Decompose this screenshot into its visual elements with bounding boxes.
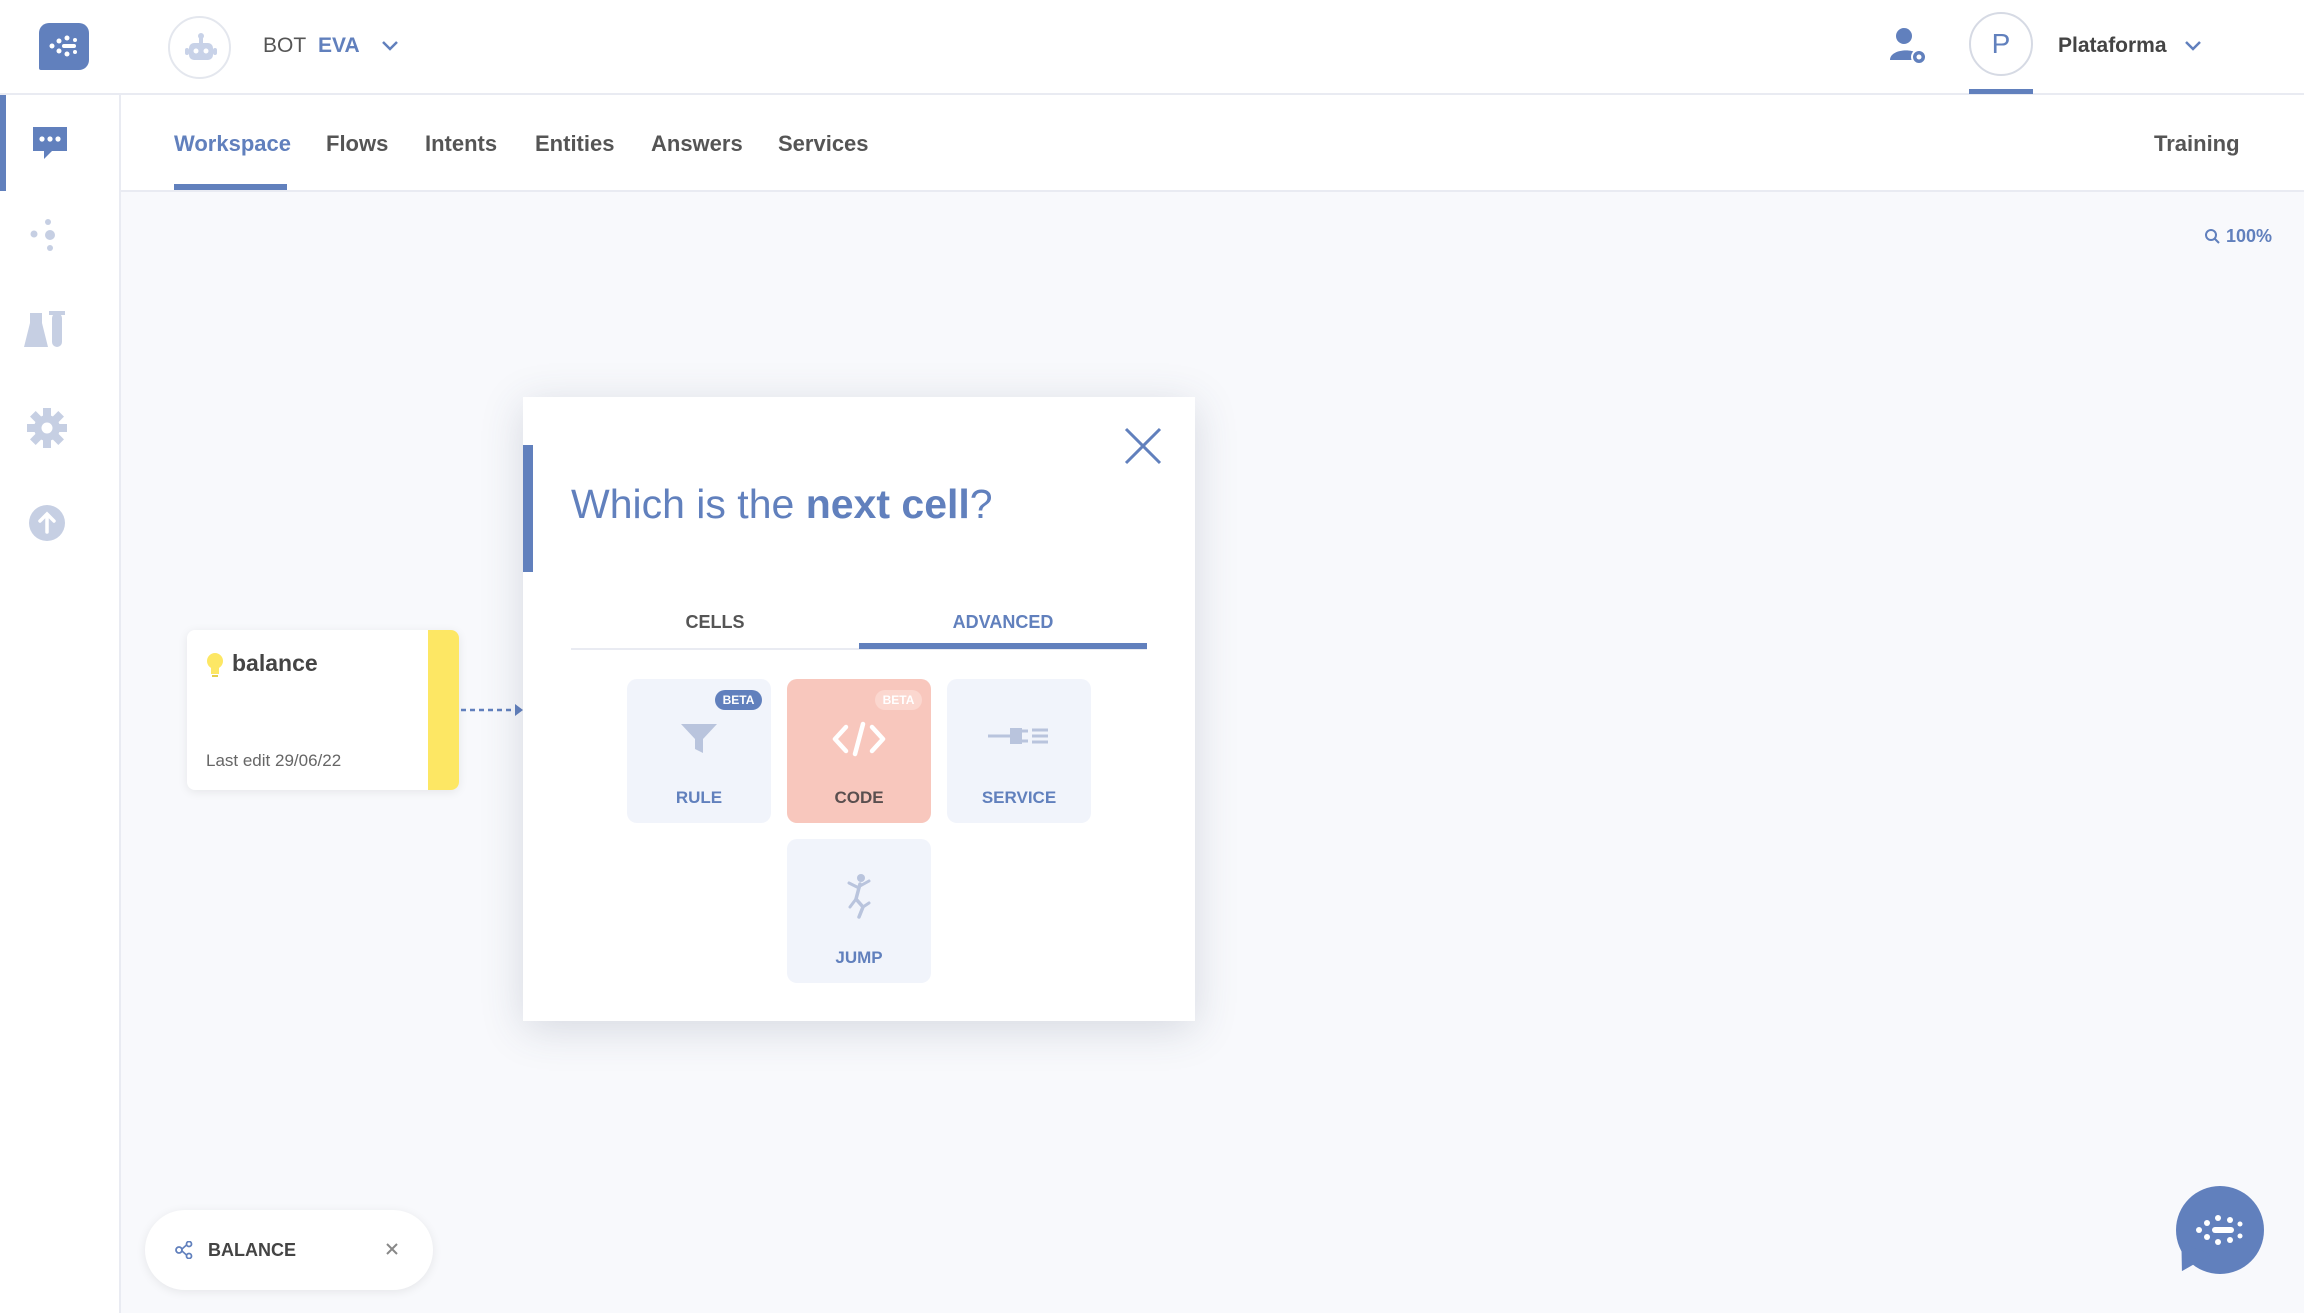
modal-title-bold: next cell bbox=[805, 481, 970, 527]
chevron-down-icon[interactable] bbox=[2184, 40, 2202, 52]
tab-answers[interactable]: Answers bbox=[651, 131, 743, 157]
zoom-level: 100% bbox=[2226, 226, 2273, 246]
lab-icon bbox=[24, 311, 65, 347]
connector-arrow bbox=[461, 704, 523, 716]
sidebar-item-publish[interactable] bbox=[0, 481, 121, 571]
tab-services[interactable]: Services bbox=[778, 131, 869, 157]
platform-avatar[interactable]: P bbox=[1969, 12, 2033, 76]
lightbulb-icon bbox=[207, 653, 223, 677]
robot-icon bbox=[185, 33, 217, 60]
platform-name[interactable]: Plataforma bbox=[2058, 34, 2167, 58]
beta-badge: BETA bbox=[715, 690, 762, 710]
training-button[interactable]: Training bbox=[2154, 131, 2240, 157]
tab-intents[interactable]: Intents bbox=[425, 131, 497, 157]
beta-badge: BETA bbox=[875, 690, 922, 710]
sidebar-item-settings[interactable] bbox=[0, 384, 121, 474]
service-label: SERVICE bbox=[981, 788, 1057, 807]
flow-nodes-icon bbox=[175, 1241, 193, 1259]
close-icon[interactable] bbox=[1124, 427, 1162, 465]
gear-icon bbox=[27, 408, 67, 448]
next-cell-modal: Which is the next cell? CELLS ADVANCED B… bbox=[523, 397, 1195, 1021]
chevron-down-icon[interactable] bbox=[381, 40, 399, 52]
chat-assistant-button[interactable] bbox=[2172, 1186, 2264, 1279]
flow-name: BALANCE bbox=[208, 1240, 296, 1260]
last-edit-text: Last edit 29/06/22 bbox=[206, 751, 342, 770]
bot-name[interactable]: EVA bbox=[318, 34, 360, 58]
modal-title: Which is the next cell? bbox=[571, 481, 993, 528]
bot-label: BOT bbox=[263, 34, 307, 57]
user-settings-icon[interactable] bbox=[1888, 26, 1928, 66]
filter-icon bbox=[681, 724, 717, 753]
modal-accent-bar bbox=[523, 445, 533, 572]
active-tab-indicator bbox=[174, 184, 287, 190]
app-logo[interactable] bbox=[39, 23, 89, 70]
tab-advanced[interactable]: ADVANCED bbox=[859, 612, 1147, 633]
modal-active-tab-indicator bbox=[859, 643, 1147, 649]
top-bar: BOT EVA P Plataforma bbox=[0, 0, 2304, 95]
sidebar-item-lab[interactable] bbox=[0, 287, 121, 377]
service-option[interactable]: SERVICE bbox=[947, 679, 1091, 823]
flows-icon bbox=[30, 219, 55, 251]
intent-color-stripe bbox=[428, 630, 459, 790]
rule-option[interactable]: BETA RULE bbox=[627, 679, 771, 823]
close-icon[interactable] bbox=[383, 1240, 401, 1258]
code-option[interactable]: BETA CODE bbox=[787, 679, 931, 823]
code-label: CODE bbox=[834, 788, 884, 807]
upload-icon bbox=[29, 505, 65, 541]
rule-label: RULE bbox=[675, 788, 723, 807]
bot-avatar[interactable] bbox=[168, 16, 231, 79]
plug-icon bbox=[988, 728, 1048, 744]
main-tabs-bar: Workspace Flows Intents Entities Answers… bbox=[121, 95, 2304, 192]
zoom-control[interactable]: 100% bbox=[2204, 226, 2272, 247]
tab-entities[interactable]: Entities bbox=[535, 131, 614, 157]
sidebar bbox=[0, 95, 121, 1313]
search-icon bbox=[2205, 229, 2220, 244]
tab-flows[interactable]: Flows bbox=[326, 131, 388, 157]
tab-cells[interactable]: CELLS bbox=[571, 612, 859, 633]
tab-workspace[interactable]: Workspace bbox=[174, 131, 291, 157]
chat-icon bbox=[33, 127, 67, 159]
intent-cell-card[interactable]: balance Last edit 29/06/22 bbox=[187, 630, 459, 790]
assistant-logo-icon bbox=[2196, 1215, 2243, 1245]
sidebar-item-chat[interactable] bbox=[0, 95, 121, 191]
logo-dots-icon bbox=[49, 35, 77, 57]
modal-title-suffix: ? bbox=[969, 481, 993, 527]
modal-tabs: CELLS ADVANCED bbox=[571, 612, 1147, 650]
sidebar-item-flows[interactable] bbox=[0, 192, 121, 282]
active-flow-pill[interactable]: BALANCE bbox=[145, 1210, 433, 1290]
platform-avatar-indicator bbox=[1969, 89, 2033, 94]
modal-title-prefix: Which is the bbox=[571, 481, 806, 527]
code-icon bbox=[832, 721, 886, 757]
jump-figure-icon bbox=[847, 874, 871, 919]
intent-name: balance bbox=[232, 650, 318, 676]
jump-label: JUMP bbox=[835, 948, 883, 967]
jump-option[interactable]: JUMP bbox=[787, 839, 931, 983]
